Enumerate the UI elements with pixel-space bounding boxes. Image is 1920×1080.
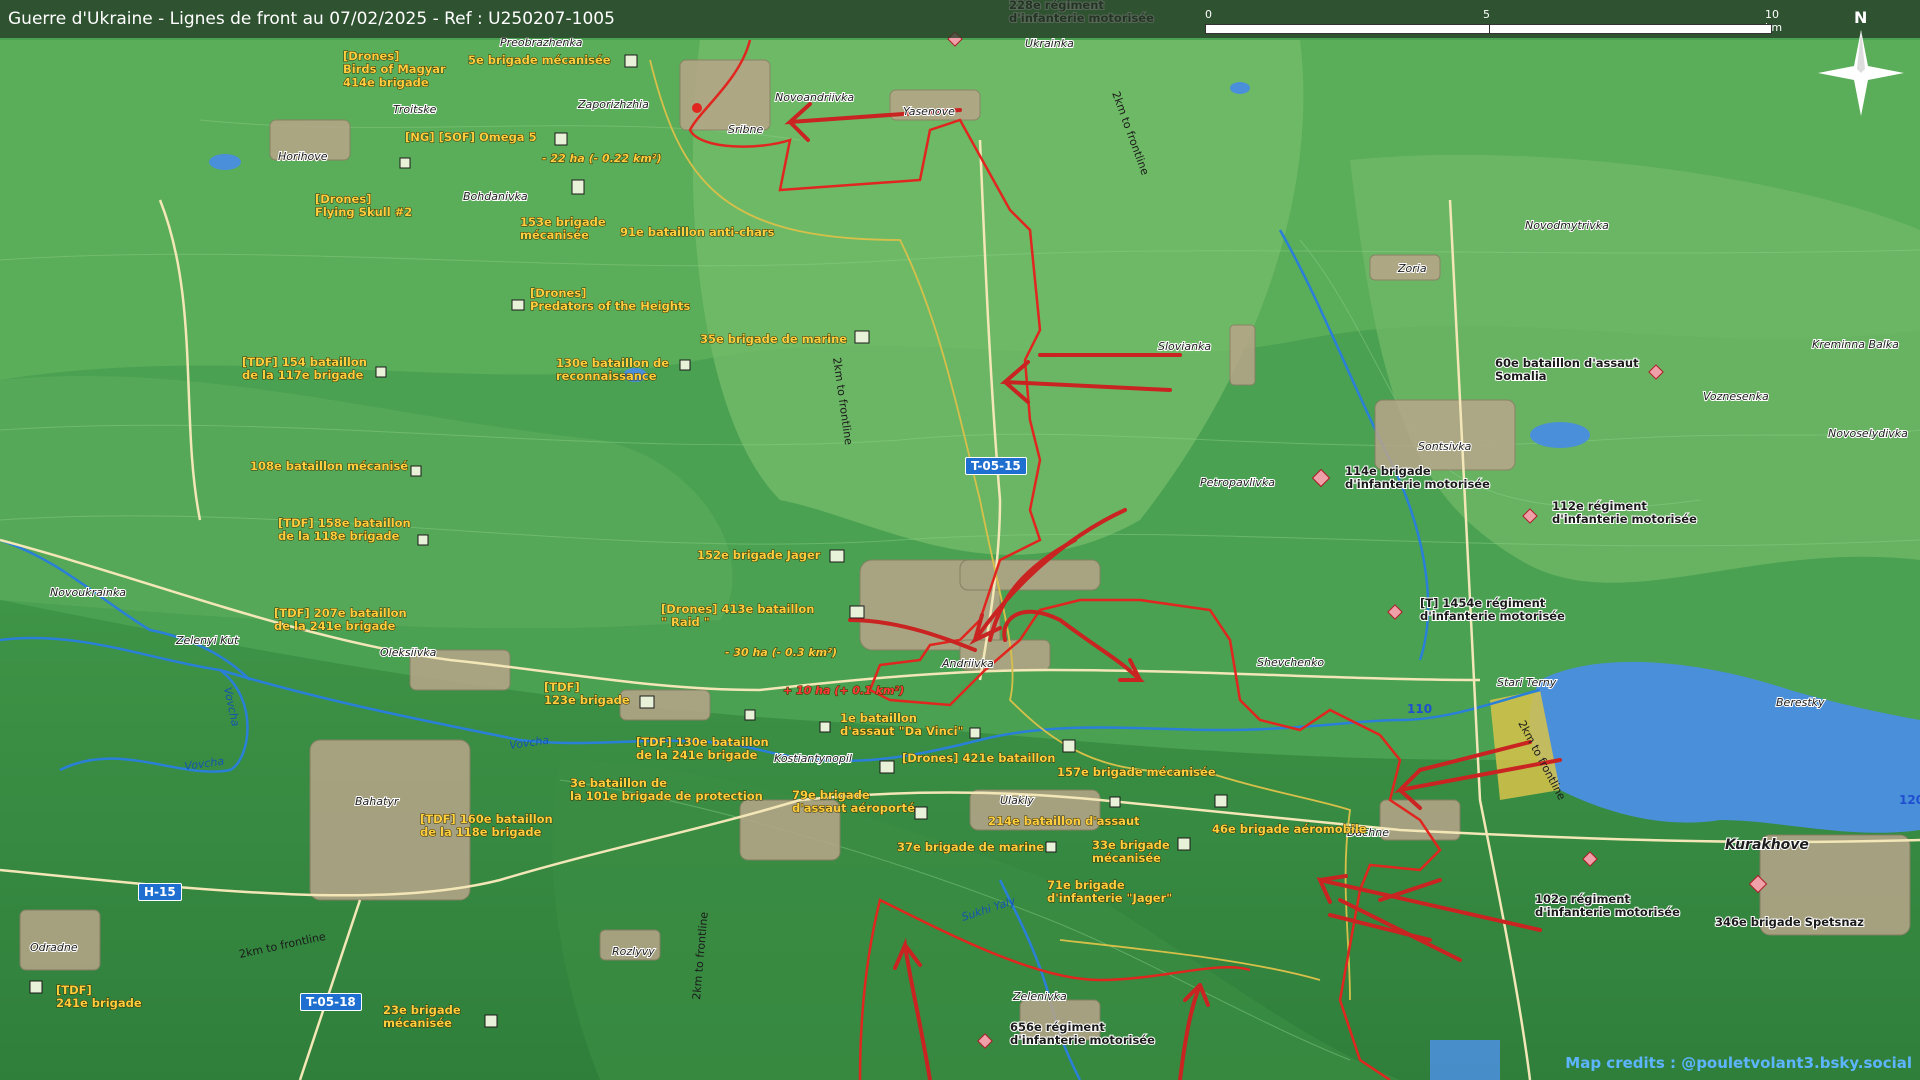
- town-label: Horihove: [278, 150, 328, 163]
- town-label: Novoselydivka: [1828, 427, 1908, 440]
- road-shield: H-15: [138, 883, 182, 901]
- scale-tick-0: 0: [1205, 8, 1212, 21]
- town-label: Odradne: [30, 941, 78, 954]
- town-label: Sribne: [728, 123, 764, 136]
- road-shield: T-05-18: [300, 993, 362, 1011]
- town-label: Zaporizhzhia: [577, 98, 649, 111]
- town-label: Shevchenko: [1257, 656, 1324, 669]
- map-canvas[interactable]: PreobrazhenkaZaporizhzhiaTroitskeHorihov…: [0, 0, 1920, 1080]
- unit-label: [Drones] 421e bataillon: [902, 751, 1055, 765]
- north-arrow: N: [1816, 8, 1906, 118]
- pond: [1230, 82, 1250, 94]
- unit-label: [TDF] 154 bataillon de la 117e brigade: [242, 355, 367, 382]
- town-label: Oleksiivka: [380, 646, 437, 659]
- town-label: Andriivka: [941, 657, 994, 670]
- town-label: Kurakhove: [1725, 837, 1809, 853]
- town-label: Rozlyvy: [612, 945, 655, 958]
- town-label: Stari Terny: [1497, 676, 1557, 689]
- unit-label: 152e brigade Jager: [697, 548, 821, 562]
- town-label: Bohdanivka: [463, 190, 528, 203]
- map-credits: Map credits : @pouletvolant3.bsky.social: [1565, 1054, 1912, 1072]
- unit-label: 108e bataillon mécanisé: [250, 459, 408, 473]
- road-shield: T-05-15: [965, 457, 1027, 475]
- unit-label: [T] 1454e régiment d'infanterie motorisée: [1420, 596, 1565, 623]
- unit-label: 23e brigade mécanisée: [383, 1003, 461, 1030]
- town-label: Voznesenka: [1703, 390, 1769, 403]
- town-label: Troitske: [393, 103, 437, 116]
- pond: [209, 154, 241, 170]
- area-change-label: + 10 ha (+ 0.1 km²): [783, 684, 904, 697]
- town-label: Zoria: [1397, 262, 1427, 275]
- town-label: Kostiantynopil: [774, 752, 852, 765]
- unit-label: [TDF] 130e bataillon de la 241e brigade: [636, 735, 769, 762]
- pond: [1430, 1040, 1500, 1080]
- town-label: Berestky: [1776, 696, 1825, 709]
- town-label: Slovianka: [1158, 340, 1211, 353]
- unit-label: 157e brigade mécanisée: [1057, 765, 1216, 779]
- town-label: Ukrainka: [1025, 37, 1074, 50]
- town-label: Bahatyr: [355, 795, 400, 808]
- lake: [1530, 422, 1590, 448]
- unit-label: [TDF] 160e bataillon de la 118e brigade: [420, 812, 553, 839]
- town-label: Zelenivka: [1012, 990, 1067, 1003]
- town-label: Sontsivka: [1418, 440, 1472, 453]
- compass-rose-icon: [1818, 30, 1904, 116]
- unit-label: [TDF] 207e bataillon de la 241e brigade: [274, 606, 407, 633]
- town-label: Novodmytrivka: [1525, 219, 1609, 232]
- unit-label: [TDF] 158e bataillon de la 118e brigade: [278, 516, 411, 543]
- unit-label: 214e bataillon d'assaut: [988, 814, 1140, 828]
- scale-bar: 0 5 10 km: [1205, 8, 1782, 34]
- unit-label: [NG] [SOF] Omega 5: [405, 130, 537, 144]
- town-label: Ulakly: [1000, 794, 1034, 807]
- road-label: 110: [1407, 702, 1433, 716]
- town-label: Yasenove: [903, 105, 955, 118]
- scale-tick-5: 5: [1483, 8, 1490, 21]
- unit-label: 33e brigade mécanisée: [1092, 838, 1170, 865]
- scale-bar-graphic: [1205, 24, 1772, 34]
- town-label: Novoukrainka: [50, 586, 126, 599]
- north-label: N: [1854, 8, 1868, 27]
- town-label: Zelenyi Kut: [175, 634, 239, 647]
- unit-label: 35e brigade de marine: [700, 332, 847, 346]
- unit-label: 91e bataillon anti-chars: [620, 225, 775, 239]
- town-label: Petropavlivka: [1200, 476, 1275, 489]
- area-change-label: - 30 ha (- 0.3 km²): [725, 646, 837, 659]
- unit-label: 46e brigade aéromobile: [1212, 822, 1367, 836]
- unit-label: 130e bataillon de reconnaissance: [556, 356, 669, 383]
- road-label: 120: [1899, 793, 1920, 807]
- unit-label: 37e brigade de marine: [897, 840, 1044, 854]
- unit-label: 5e brigade mécanisée: [468, 53, 611, 67]
- unit-label: 346e brigade Spetsnaz: [1715, 915, 1864, 929]
- town-label: Kreminna Balka: [1812, 338, 1899, 351]
- area-change-label: - 22 ha (- 0.22 km²): [542, 152, 662, 165]
- town-label: Novoandriivka: [775, 91, 854, 104]
